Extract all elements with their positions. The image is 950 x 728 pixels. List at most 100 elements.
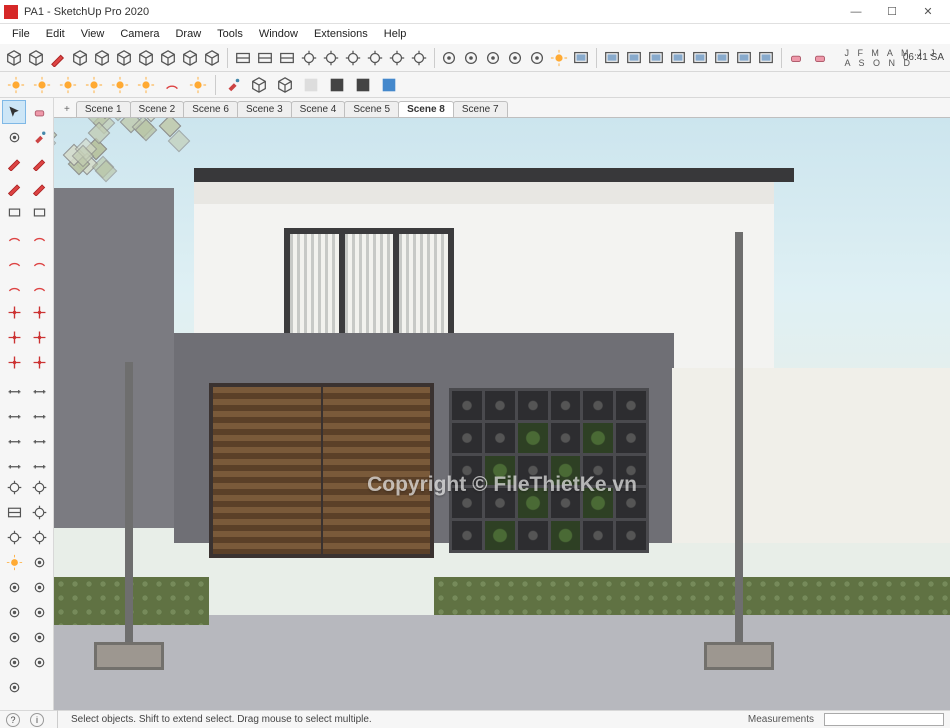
pan-button[interactable] — [343, 46, 363, 70]
lightmix-button[interactable] — [549, 46, 569, 70]
box3-button[interactable] — [273, 73, 297, 97]
menu-edit[interactable]: Edit — [38, 26, 73, 42]
frame-button[interactable] — [571, 46, 591, 70]
maximize-button[interactable]: ☐ — [874, 2, 910, 22]
pencil-tool[interactable] — [2, 150, 26, 174]
viewport-3d[interactable]: Copyright © FileThietKe.vn — [54, 118, 950, 710]
guide-button[interactable] — [108, 73, 132, 97]
circle-button[interactable] — [160, 73, 184, 97]
right-button[interactable] — [158, 46, 178, 70]
scene-tab[interactable]: Scene 3 — [237, 101, 292, 117]
dark2-button[interactable] — [351, 73, 375, 97]
scene-tab[interactable]: Scene 1 — [76, 101, 131, 117]
light-button[interactable] — [134, 73, 158, 97]
screen3-button[interactable] — [734, 46, 754, 70]
info-icon[interactable]: i — [30, 713, 44, 727]
zoom-extents-button[interactable] — [409, 46, 429, 70]
scene-tab[interactable]: Scene 2 — [130, 101, 185, 117]
ext-tool[interactable] — [27, 625, 51, 649]
line-tool[interactable] — [2, 175, 26, 199]
back-button[interactable] — [114, 46, 134, 70]
marker-tool[interactable] — [2, 575, 26, 599]
materials-button[interactable] — [221, 73, 245, 97]
scene-tab[interactable]: Scene 5 — [344, 101, 399, 117]
style-tool[interactable] — [2, 675, 26, 699]
rect-rot-tool[interactable] — [27, 200, 51, 224]
horizon-button[interactable] — [30, 73, 54, 97]
orbit-button[interactable] — [321, 46, 341, 70]
eraser-tool[interactable] — [27, 100, 51, 124]
fog2-tool[interactable] — [27, 650, 51, 674]
fog-tool[interactable] — [2, 650, 26, 674]
paint-tool[interactable] — [27, 125, 51, 149]
img-button[interactable] — [602, 46, 622, 70]
zoom-tool[interactable] — [27, 525, 51, 549]
pushpull-tool[interactable] — [2, 300, 26, 324]
walk-button[interactable] — [299, 46, 319, 70]
rotate-tool[interactable] — [27, 325, 51, 349]
plane-button[interactable] — [56, 73, 80, 97]
menu-camera[interactable]: Camera — [112, 26, 167, 42]
measurements-input[interactable] — [824, 713, 944, 726]
arc2-tool[interactable] — [27, 225, 51, 249]
screen2-button[interactable] — [712, 46, 732, 70]
pie-tool[interactable] — [2, 250, 26, 274]
text-tool[interactable] — [27, 375, 51, 399]
scene-add-button[interactable]: + — [58, 102, 76, 117]
sheet-button[interactable] — [299, 73, 323, 97]
menu-tools[interactable]: Tools — [209, 26, 251, 42]
eye-tool[interactable] — [27, 550, 51, 574]
freehand-tool[interactable] — [27, 150, 51, 174]
scene-tab[interactable]: Scene 8 — [398, 101, 454, 117]
front-button[interactable] — [92, 46, 112, 70]
menu-view[interactable]: View — [73, 26, 113, 42]
move-tool[interactable] — [2, 325, 26, 349]
zoom-window-button[interactable] — [387, 46, 407, 70]
iso-button[interactable] — [70, 46, 90, 70]
section-cut-button[interactable] — [277, 46, 297, 70]
teapot2-button[interactable] — [505, 46, 525, 70]
screen-button[interactable] — [690, 46, 710, 70]
sun2-tool[interactable] — [2, 550, 26, 574]
shape-button[interactable] — [186, 73, 210, 97]
help-icon[interactable]: ? — [6, 713, 20, 727]
menu-extensions[interactable]: Extensions — [306, 26, 376, 42]
offset-tool[interactable] — [27, 300, 51, 324]
tape-tool[interactable] — [2, 375, 26, 399]
walk-tool[interactable] — [2, 475, 26, 499]
eraser-shadow-button[interactable] — [786, 46, 806, 70]
close-button[interactable]: ✕ — [910, 2, 946, 22]
img3-button[interactable] — [646, 46, 666, 70]
minimize-button[interactable]: — — [838, 2, 874, 22]
marker4-tool[interactable] — [27, 600, 51, 624]
img4-button[interactable] — [668, 46, 688, 70]
3dw-tool[interactable] — [2, 625, 26, 649]
line2-tool[interactable] — [27, 175, 51, 199]
dim-tool[interactable] — [2, 400, 26, 424]
dark-button[interactable] — [325, 73, 349, 97]
circle-tool[interactable] — [27, 275, 51, 299]
layers-button[interactable] — [26, 46, 46, 70]
teapot-button[interactable] — [483, 46, 503, 70]
follow-tool[interactable] — [2, 350, 26, 374]
scene-tab[interactable]: Scene 7 — [453, 101, 508, 117]
vray-render-button[interactable] — [461, 46, 481, 70]
dim2-tool[interactable] — [27, 400, 51, 424]
arc-tool[interactable] — [2, 225, 26, 249]
blue-button[interactable] — [377, 73, 401, 97]
scale-tool[interactable] — [27, 350, 51, 374]
scene-tab[interactable]: Scene 4 — [291, 101, 346, 117]
protractor-tool[interactable] — [2, 425, 26, 449]
arc3-tool[interactable] — [27, 250, 51, 274]
axes2-tool[interactable] — [27, 450, 51, 474]
bottom-button[interactable] — [202, 46, 222, 70]
cloud-button[interactable] — [527, 46, 547, 70]
orbit-tool[interactable] — [2, 525, 26, 549]
poly-tool[interactable] — [2, 275, 26, 299]
menu-draw[interactable]: Draw — [167, 26, 209, 42]
section-button[interactable] — [233, 46, 253, 70]
look-tool[interactable] — [27, 475, 51, 499]
marker3-tool[interactable] — [2, 600, 26, 624]
section-fill-button[interactable] — [255, 46, 275, 70]
marker2-tool[interactable] — [27, 575, 51, 599]
